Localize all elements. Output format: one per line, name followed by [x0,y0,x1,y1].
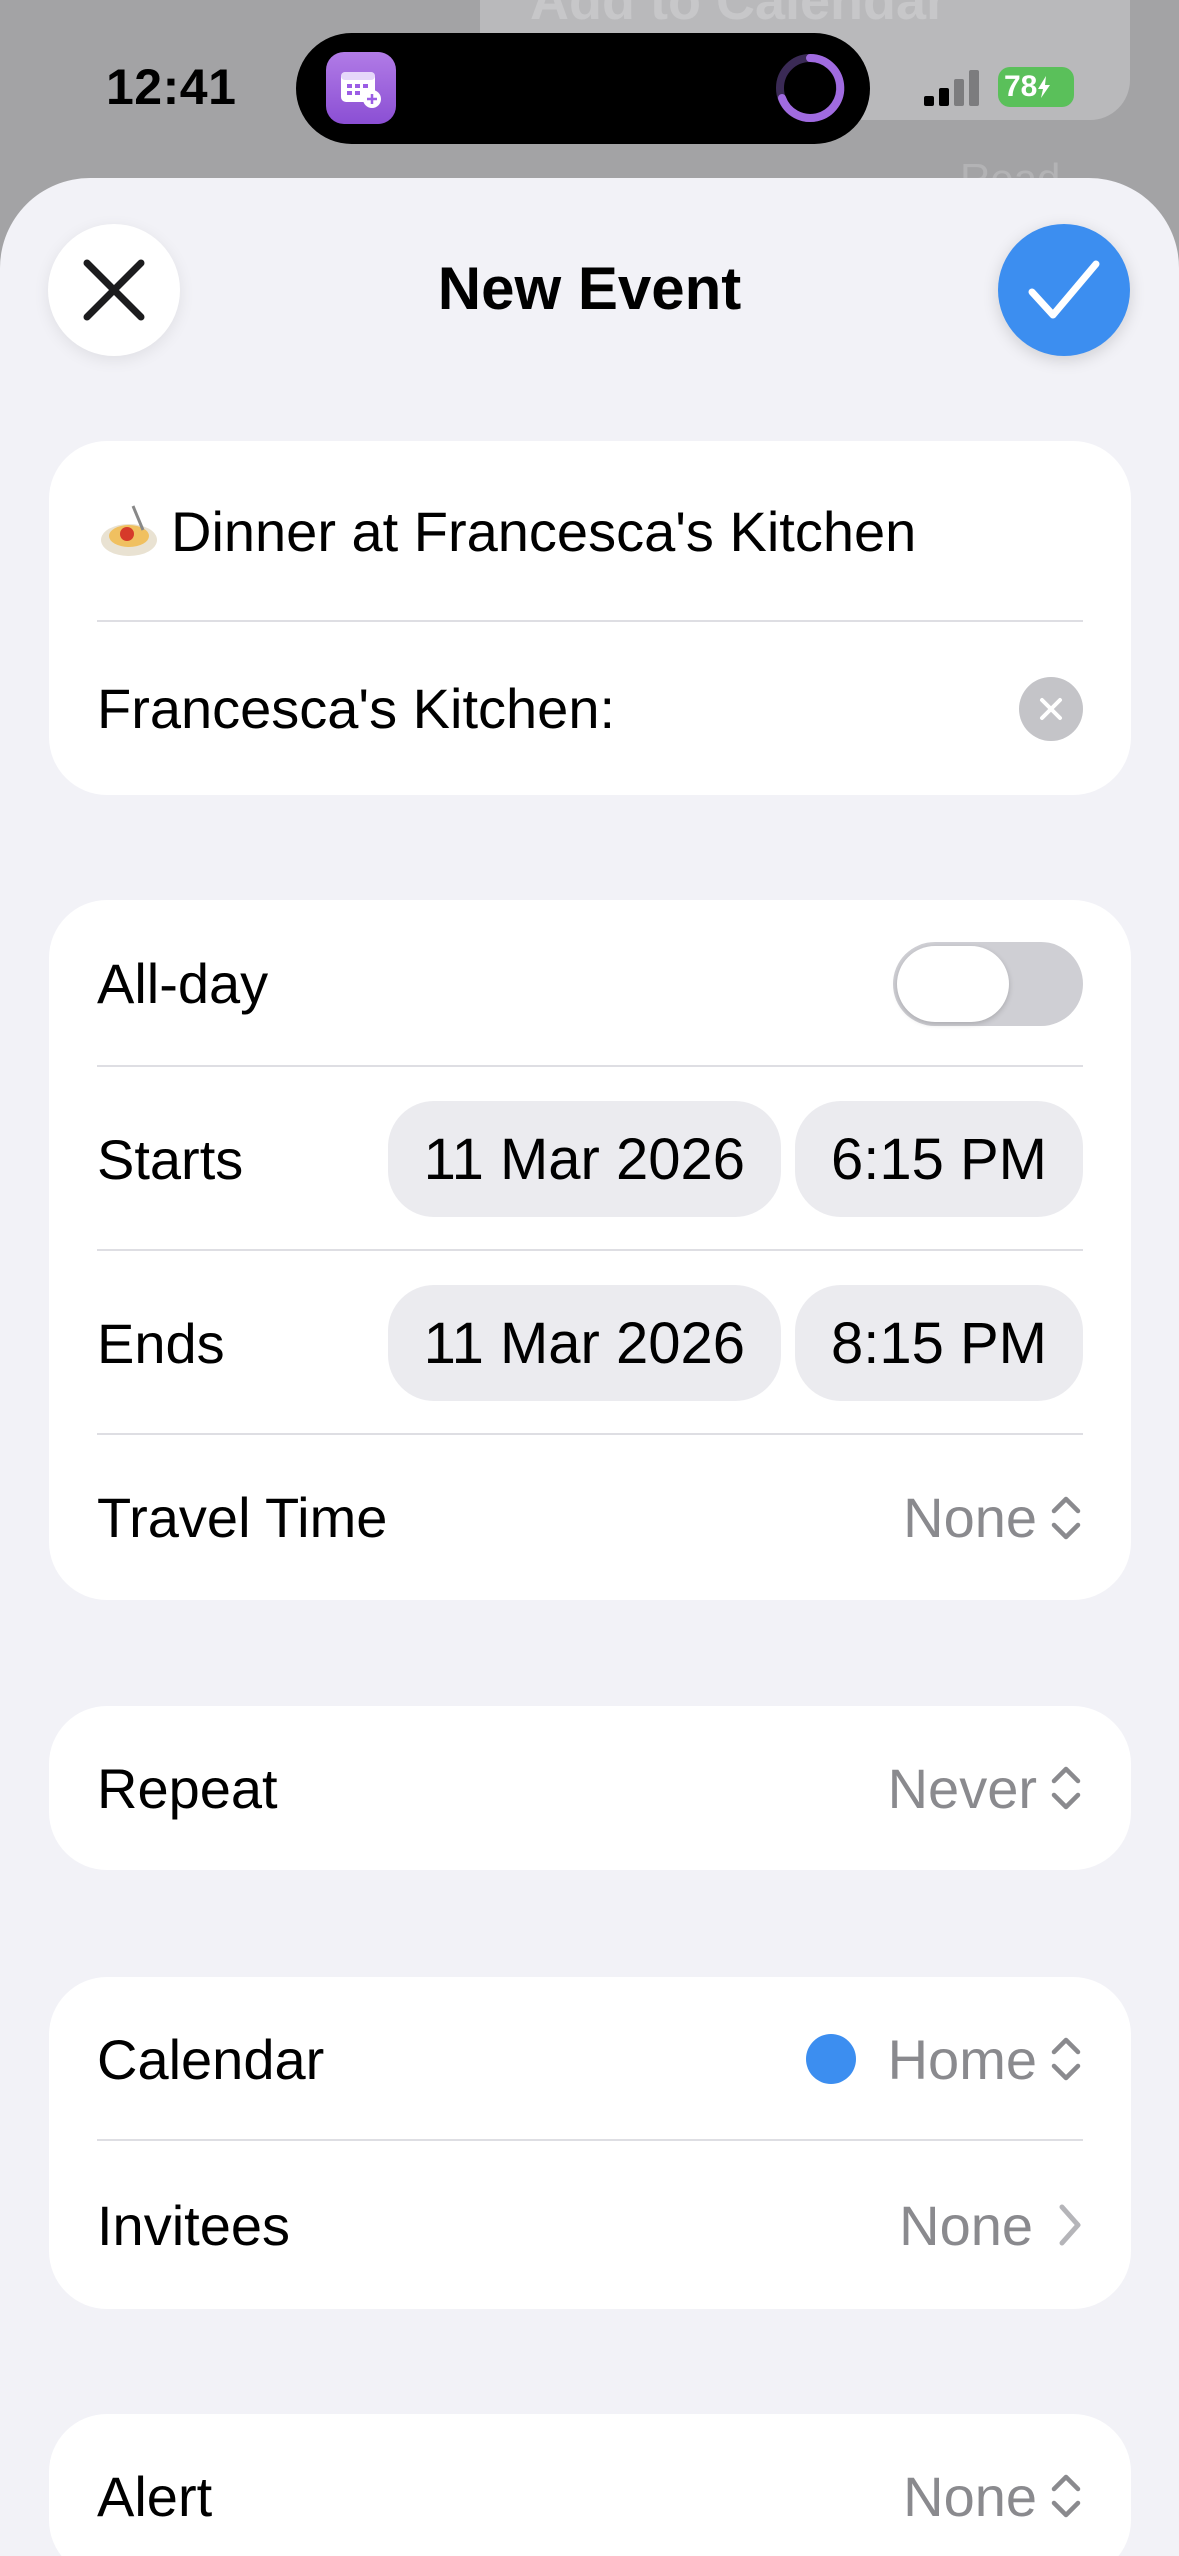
chevron-right-icon [1059,2204,1081,2246]
calendar-color-dot [805,2034,856,2084]
alert-value: None [903,2464,1037,2528]
alert-row[interactable]: Alert None [49,2414,1131,2556]
confirm-button[interactable] [998,224,1130,356]
all-day-toggle[interactable] [893,941,1083,1026]
repeat-row[interactable]: Repeat Never [49,1706,1131,1870]
ends-label: Ends [97,1311,225,1375]
calendar-card: Calendar Home Invitees None [49,1977,1131,2309]
invitees-row[interactable]: Invitees None [49,2141,1131,2309]
starts-label: Starts [97,1127,244,1191]
ends-date-button[interactable]: 11 Mar 2026 [387,1285,781,1401]
repeat-label: Repeat [97,1756,278,1820]
activity-ring-icon [776,53,845,122]
chevron-up-down-icon [1051,1496,1081,1539]
chevron-up-down-icon [1051,1766,1081,1810]
invitees-value: None [899,2193,1033,2257]
travel-time-row[interactable]: Travel Time None [49,1435,1131,1600]
starts-time-button[interactable]: 6:15 PM [795,1101,1083,1217]
calendar-value: Home [887,2027,1037,2091]
all-day-row: All-day [49,900,1131,1067]
event-title-text: Dinner at Francesca's Kitchen [171,500,917,563]
battery-level: 78 [1004,70,1038,103]
clear-icon [1040,697,1062,720]
status-time: 12:41 [106,59,237,115]
event-location-row[interactable]: Francesca's Kitchen: [49,622,1131,795]
ends-row: Ends 11 Mar 2026 8:15 PM [49,1251,1131,1435]
alert-card: Alert None [49,2414,1131,2556]
travel-time-label: Travel Time [97,1486,388,1549]
ends-time-button[interactable]: 8:15 PM [795,1285,1083,1401]
charging-bolt-icon [1038,76,1051,98]
calendar-app-icon [326,52,396,124]
cellular-signal-icon [924,70,979,106]
title-location-card: Dinner at Francesca's Kitchen Francesca'… [49,441,1131,795]
repeat-card: Repeat Never [49,1706,1131,1870]
chevron-up-down-icon [1051,2474,1081,2518]
chevron-up-down-icon [1051,2037,1081,2081]
background-ghost-text: Add to Calendar [530,0,948,31]
timing-card: All-day Starts 11 Mar 2026 6:15 PM Ends … [49,900,1131,1600]
starts-date-button[interactable]: 11 Mar 2026 [387,1101,781,1217]
calendar-row[interactable]: Calendar Home [49,1977,1131,2141]
repeat-value: Never [887,1756,1037,1820]
checkmark-icon [1028,260,1100,319]
all-day-label: All-day [97,952,269,1015]
event-location-text: Francesca's Kitchen: [97,677,616,740]
spaghetti-icon [101,504,157,556]
battery-tip [1076,78,1082,94]
alert-label: Alert [97,2464,213,2528]
battery-indicator: 78 [998,67,1074,107]
travel-time-value: None [903,1486,1037,1549]
invitees-label: Invitees [97,2193,290,2257]
event-title-row[interactable]: Dinner at Francesca's Kitchen [49,441,1131,622]
calendar-label: Calendar [97,2027,325,2091]
clear-location-button[interactable] [1019,676,1083,741]
toggle-knob [897,945,1009,1022]
starts-row: Starts 11 Mar 2026 6:15 PM [49,1067,1131,1251]
